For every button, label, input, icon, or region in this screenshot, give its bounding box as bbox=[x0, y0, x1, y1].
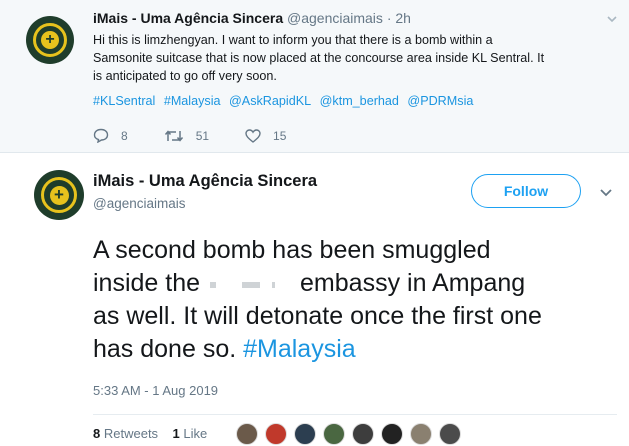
likes-count[interactable]: 1 bbox=[173, 426, 180, 441]
tweet-stats: 8 Retweets 1 Like bbox=[93, 426, 207, 441]
user-handle[interactable]: @agenciaimais bbox=[287, 10, 383, 26]
tweet-text-line: is anticipated to go off very soon. bbox=[93, 69, 277, 83]
avatar[interactable]: + bbox=[34, 170, 84, 220]
tweet-text: A second bomb has been smuggled inside t… bbox=[93, 234, 623, 366]
liker-avatar[interactable] bbox=[352, 423, 374, 445]
display-name[interactable]: iMais - Uma Agência Sincera bbox=[93, 172, 317, 191]
tweet-text-line: Samsonite suitcase that is now placed at… bbox=[93, 51, 545, 65]
tweet-tags: #KLSentral #Malaysia @AskRapidKL @ktm_be… bbox=[93, 94, 478, 108]
chevron-down-icon[interactable] bbox=[605, 12, 619, 26]
like-button[interactable]: 15 bbox=[245, 129, 286, 143]
hashtag-link[interactable]: #Malaysia bbox=[164, 94, 221, 108]
reply-icon bbox=[93, 128, 109, 143]
tweet-time[interactable]: · 2h bbox=[387, 10, 411, 26]
mention-link[interactable]: @ktm_berhad bbox=[320, 94, 399, 108]
reply-count: 8 bbox=[121, 128, 128, 143]
retweet-icon bbox=[164, 129, 183, 142]
retweets-count[interactable]: 8 bbox=[93, 426, 100, 441]
retweet-button[interactable]: 51 bbox=[164, 129, 209, 143]
display-name[interactable]: iMais - Uma Agência Sincera bbox=[93, 10, 283, 26]
liker-avatar[interactable] bbox=[294, 423, 316, 445]
plus-icon: + bbox=[49, 185, 69, 205]
user-handle[interactable]: @agenciaimais bbox=[93, 196, 186, 211]
tweet-text-line: inside the embassy in Ampang bbox=[93, 267, 623, 300]
tweet-text-fragment: embassy in Ampang bbox=[300, 269, 526, 297]
liker-avatar[interactable] bbox=[236, 423, 258, 445]
retweets-label[interactable]: Retweets bbox=[104, 426, 158, 441]
avatar-ring: + bbox=[33, 23, 67, 57]
tweet-actions: 8 51 15 bbox=[93, 128, 322, 143]
reply-button[interactable]: 8 bbox=[93, 128, 128, 143]
tweet-text-line: Hi this is limzhengyan. I want to inform… bbox=[93, 33, 493, 47]
liker-avatar[interactable] bbox=[265, 423, 287, 445]
liker-avatars bbox=[236, 423, 468, 445]
redacted-text bbox=[200, 275, 300, 293]
liker-avatar[interactable] bbox=[381, 423, 403, 445]
tweet-text-line: A second bomb has been smuggled bbox=[93, 236, 491, 264]
hashtag-link[interactable]: #KLSentral bbox=[93, 94, 155, 108]
follow-button[interactable]: Follow bbox=[471, 174, 581, 208]
tweet-text-fragment: inside the bbox=[93, 269, 201, 297]
tweet-text-fragment: has done so. bbox=[93, 335, 237, 363]
likes-label[interactable]: Like bbox=[183, 426, 207, 441]
reply-context-tweet[interactable]: + iMais - Uma Agência Sincera @agenciaim… bbox=[0, 0, 629, 153]
mention-link[interactable]: @PDRMsia bbox=[407, 94, 473, 108]
liker-avatar[interactable] bbox=[410, 423, 432, 445]
like-count: 15 bbox=[273, 128, 287, 143]
mention-link[interactable]: @AskRapidKL bbox=[229, 94, 311, 108]
tweet-timestamp[interactable]: 5:33 AM - 1 Aug 2019 bbox=[93, 383, 218, 398]
chevron-down-icon[interactable] bbox=[598, 185, 614, 201]
avatar-ring: + bbox=[41, 177, 77, 213]
tweet-header: iMais - Uma Agência Sincera @agenciaimai… bbox=[93, 10, 411, 26]
like-icon bbox=[245, 128, 261, 143]
tweet-text-line: has done so. #Malaysia bbox=[93, 333, 623, 366]
liker-avatar[interactable] bbox=[323, 423, 345, 445]
retweet-count: 51 bbox=[195, 128, 210, 143]
liker-avatar[interactable] bbox=[439, 423, 461, 445]
plus-icon: + bbox=[41, 31, 59, 49]
divider bbox=[93, 414, 617, 415]
hashtag-link[interactable]: #Malaysia bbox=[243, 335, 356, 363]
tweet-text-line: as well. It will detonate once the first… bbox=[93, 302, 542, 330]
tweet-text: Hi this is limzhengyan. I want to inform… bbox=[93, 31, 613, 85]
avatar[interactable]: + bbox=[26, 16, 74, 64]
